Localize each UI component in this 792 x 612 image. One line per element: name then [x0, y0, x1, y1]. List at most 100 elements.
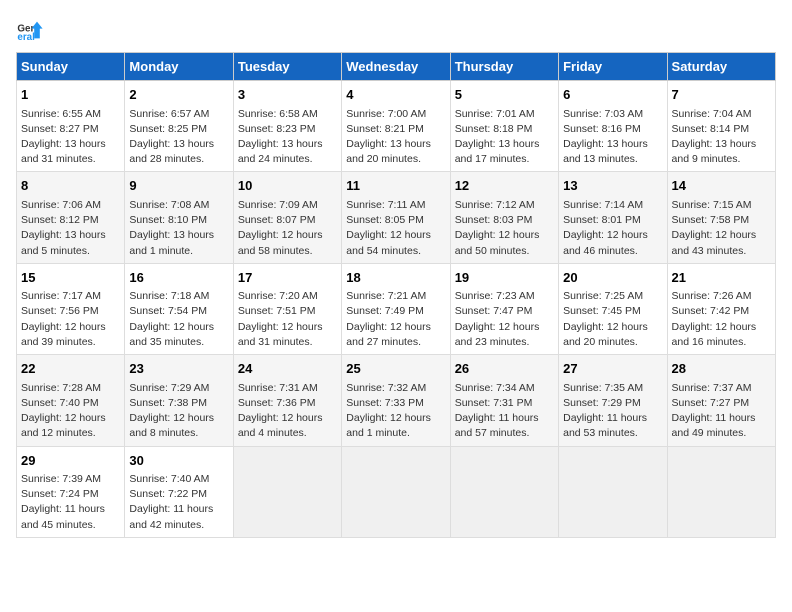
column-header-tuesday: Tuesday: [233, 53, 341, 81]
calendar-week-5: 29Sunrise: 7:39 AMSunset: 7:24 PMDayligh…: [17, 446, 776, 537]
cell-info: Sunrise: 7:28 AMSunset: 7:40 PMDaylight:…: [21, 381, 120, 442]
cell-info: Sunrise: 7:12 AMSunset: 8:03 PMDaylight:…: [455, 198, 554, 259]
calendar-cell: 19Sunrise: 7:23 AMSunset: 7:47 PMDayligh…: [450, 263, 558, 354]
calendar-cell: 14Sunrise: 7:15 AMSunset: 7:58 PMDayligh…: [667, 172, 775, 263]
day-number: 21: [672, 268, 771, 288]
cell-info: Sunrise: 7:23 AMSunset: 7:47 PMDaylight:…: [455, 289, 554, 350]
calendar-week-4: 22Sunrise: 7:28 AMSunset: 7:40 PMDayligh…: [17, 355, 776, 446]
day-number: 11: [346, 176, 445, 196]
calendar-week-1: 1Sunrise: 6:55 AMSunset: 8:27 PMDaylight…: [17, 81, 776, 172]
day-number: 20: [563, 268, 662, 288]
day-number: 17: [238, 268, 337, 288]
column-header-friday: Friday: [559, 53, 667, 81]
cell-info: Sunrise: 7:00 AMSunset: 8:21 PMDaylight:…: [346, 107, 445, 168]
calendar-cell: [342, 446, 450, 537]
calendar-cell: 22Sunrise: 7:28 AMSunset: 7:40 PMDayligh…: [17, 355, 125, 446]
logo-icon: Gen eral: [16, 16, 44, 44]
calendar-cell: 16Sunrise: 7:18 AMSunset: 7:54 PMDayligh…: [125, 263, 233, 354]
cell-info: Sunrise: 7:20 AMSunset: 7:51 PMDaylight:…: [238, 289, 337, 350]
calendar-table: SundayMondayTuesdayWednesdayThursdayFrid…: [16, 52, 776, 538]
day-number: 7: [672, 85, 771, 105]
svg-text:eral: eral: [17, 32, 35, 43]
calendar-week-2: 8Sunrise: 7:06 AMSunset: 8:12 PMDaylight…: [17, 172, 776, 263]
calendar-cell: 1Sunrise: 6:55 AMSunset: 8:27 PMDaylight…: [17, 81, 125, 172]
calendar-cell: 17Sunrise: 7:20 AMSunset: 7:51 PMDayligh…: [233, 263, 341, 354]
calendar-cell: 24Sunrise: 7:31 AMSunset: 7:36 PMDayligh…: [233, 355, 341, 446]
cell-info: Sunrise: 7:37 AMSunset: 7:27 PMDaylight:…: [672, 381, 771, 442]
calendar-cell: 4Sunrise: 7:00 AMSunset: 8:21 PMDaylight…: [342, 81, 450, 172]
cell-info: Sunrise: 7:18 AMSunset: 7:54 PMDaylight:…: [129, 289, 228, 350]
day-number: 5: [455, 85, 554, 105]
cell-info: Sunrise: 7:34 AMSunset: 7:31 PMDaylight:…: [455, 381, 554, 442]
cell-info: Sunrise: 7:04 AMSunset: 8:14 PMDaylight:…: [672, 107, 771, 168]
cell-info: Sunrise: 7:40 AMSunset: 7:22 PMDaylight:…: [129, 472, 228, 533]
calendar-cell: 21Sunrise: 7:26 AMSunset: 7:42 PMDayligh…: [667, 263, 775, 354]
cell-info: Sunrise: 7:17 AMSunset: 7:56 PMDaylight:…: [21, 289, 120, 350]
cell-info: Sunrise: 7:03 AMSunset: 8:16 PMDaylight:…: [563, 107, 662, 168]
calendar-cell: 20Sunrise: 7:25 AMSunset: 7:45 PMDayligh…: [559, 263, 667, 354]
day-number: 24: [238, 359, 337, 379]
day-number: 14: [672, 176, 771, 196]
day-number: 15: [21, 268, 120, 288]
calendar-cell: 13Sunrise: 7:14 AMSunset: 8:01 PMDayligh…: [559, 172, 667, 263]
calendar-cell: 9Sunrise: 7:08 AMSunset: 8:10 PMDaylight…: [125, 172, 233, 263]
calendar-cell: 27Sunrise: 7:35 AMSunset: 7:29 PMDayligh…: [559, 355, 667, 446]
day-number: 13: [563, 176, 662, 196]
day-number: 25: [346, 359, 445, 379]
calendar-cell: 29Sunrise: 7:39 AMSunset: 7:24 PMDayligh…: [17, 446, 125, 537]
column-header-sunday: Sunday: [17, 53, 125, 81]
day-number: 3: [238, 85, 337, 105]
cell-info: Sunrise: 6:57 AMSunset: 8:25 PMDaylight:…: [129, 107, 228, 168]
cell-info: Sunrise: 7:01 AMSunset: 8:18 PMDaylight:…: [455, 107, 554, 168]
calendar-cell: 12Sunrise: 7:12 AMSunset: 8:03 PMDayligh…: [450, 172, 558, 263]
calendar-cell: 6Sunrise: 7:03 AMSunset: 8:16 PMDaylight…: [559, 81, 667, 172]
calendar-cell: 7Sunrise: 7:04 AMSunset: 8:14 PMDaylight…: [667, 81, 775, 172]
day-number: 8: [21, 176, 120, 196]
column-header-monday: Monday: [125, 53, 233, 81]
calendar-cell: 3Sunrise: 6:58 AMSunset: 8:23 PMDaylight…: [233, 81, 341, 172]
cell-info: Sunrise: 7:08 AMSunset: 8:10 PMDaylight:…: [129, 198, 228, 259]
calendar-cell: 15Sunrise: 7:17 AMSunset: 7:56 PMDayligh…: [17, 263, 125, 354]
day-number: 2: [129, 85, 228, 105]
day-number: 1: [21, 85, 120, 105]
cell-info: Sunrise: 7:09 AMSunset: 8:07 PMDaylight:…: [238, 198, 337, 259]
calendar-cell: 10Sunrise: 7:09 AMSunset: 8:07 PMDayligh…: [233, 172, 341, 263]
day-number: 30: [129, 451, 228, 471]
day-number: 23: [129, 359, 228, 379]
calendar-cell: [450, 446, 558, 537]
column-header-thursday: Thursday: [450, 53, 558, 81]
calendar-cell: 26Sunrise: 7:34 AMSunset: 7:31 PMDayligh…: [450, 355, 558, 446]
calendar-cell: 18Sunrise: 7:21 AMSunset: 7:49 PMDayligh…: [342, 263, 450, 354]
cell-info: Sunrise: 7:39 AMSunset: 7:24 PMDaylight:…: [21, 472, 120, 533]
day-number: 10: [238, 176, 337, 196]
cell-info: Sunrise: 7:35 AMSunset: 7:29 PMDaylight:…: [563, 381, 662, 442]
calendar-body: 1Sunrise: 6:55 AMSunset: 8:27 PMDaylight…: [17, 81, 776, 538]
column-header-saturday: Saturday: [667, 53, 775, 81]
day-number: 6: [563, 85, 662, 105]
day-number: 29: [21, 451, 120, 471]
calendar-cell: 25Sunrise: 7:32 AMSunset: 7:33 PMDayligh…: [342, 355, 450, 446]
day-number: 22: [21, 359, 120, 379]
calendar-cell: 30Sunrise: 7:40 AMSunset: 7:22 PMDayligh…: [125, 446, 233, 537]
day-number: 16: [129, 268, 228, 288]
cell-info: Sunrise: 7:32 AMSunset: 7:33 PMDaylight:…: [346, 381, 445, 442]
day-number: 27: [563, 359, 662, 379]
logo: Gen eral: [16, 16, 48, 44]
cell-info: Sunrise: 7:11 AMSunset: 8:05 PMDaylight:…: [346, 198, 445, 259]
day-number: 28: [672, 359, 771, 379]
cell-info: Sunrise: 6:58 AMSunset: 8:23 PMDaylight:…: [238, 107, 337, 168]
calendar-cell: [559, 446, 667, 537]
calendar-cell: 28Sunrise: 7:37 AMSunset: 7:27 PMDayligh…: [667, 355, 775, 446]
calendar-cell: 5Sunrise: 7:01 AMSunset: 8:18 PMDaylight…: [450, 81, 558, 172]
cell-info: Sunrise: 7:31 AMSunset: 7:36 PMDaylight:…: [238, 381, 337, 442]
cell-info: Sunrise: 7:25 AMSunset: 7:45 PMDaylight:…: [563, 289, 662, 350]
cell-info: Sunrise: 7:29 AMSunset: 7:38 PMDaylight:…: [129, 381, 228, 442]
cell-info: Sunrise: 7:15 AMSunset: 7:58 PMDaylight:…: [672, 198, 771, 259]
day-number: 26: [455, 359, 554, 379]
calendar-week-3: 15Sunrise: 7:17 AMSunset: 7:56 PMDayligh…: [17, 263, 776, 354]
calendar-cell: 23Sunrise: 7:29 AMSunset: 7:38 PMDayligh…: [125, 355, 233, 446]
cell-info: Sunrise: 7:21 AMSunset: 7:49 PMDaylight:…: [346, 289, 445, 350]
page-header: Gen eral: [16, 16, 776, 44]
day-number: 19: [455, 268, 554, 288]
calendar-cell: 2Sunrise: 6:57 AMSunset: 8:25 PMDaylight…: [125, 81, 233, 172]
